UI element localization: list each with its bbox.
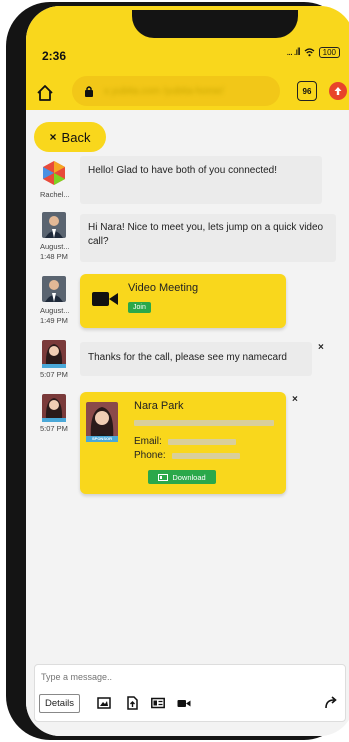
battery-icon: 100 [318,47,340,58]
message-composer: Details [34,664,346,722]
signal-icon: ... .ıll [286,47,301,58]
video-camera-icon [92,292,118,306]
message-input[interactable] [41,670,337,684]
join-button[interactable]: Join [128,302,151,313]
status-icons: ... .ıll 100 [287,47,340,58]
home-icon[interactable] [36,84,54,102]
message-time: 5:07 PM [40,370,68,379]
close-icon[interactable]: × [318,342,324,353]
phone-label: Phone: [134,450,166,461]
url-text: x.yubita.com /yubita-home/ [104,85,224,97]
close-icon: × [49,130,57,144]
avatar [43,161,65,185]
redacted-phone [172,453,240,459]
lock-icon [85,86,93,97]
avatar [42,340,66,366]
arrow-up-icon [334,87,342,95]
namecard-name: Nara Park [134,400,184,412]
image-icon[interactable] [97,696,111,710]
address-bar[interactable]: x.yubita.com /yubita-home/ [72,76,280,106]
id-card-icon [158,473,169,481]
download-button-label: Download [172,472,206,482]
close-icon[interactable]: × [292,394,298,405]
chat-area: × Back Rachel... Hello! Glad to have bot… [26,110,349,736]
redacted-email [168,439,236,445]
namecard: SPONSOR Nara Park Email: Phone: Download [80,392,286,494]
message-time: 5:07 PM [40,424,68,433]
download-button[interactable]: Download [148,470,216,484]
phone-frame: 2:36 ... .ıll 100 x.yubita.com /yubita-h… [6,2,349,740]
redacted-field [134,420,274,426]
avatar [42,394,66,420]
message-time: 1:48 PM [40,252,68,261]
tabs-count-icon[interactable]: 96 [297,81,317,101]
sponsor-badge [42,364,66,368]
details-button[interactable]: Details [39,694,81,713]
status-time: 2:36 [42,49,67,63]
sponsor-tag: SPONSOR [86,436,118,442]
video-camera-icon[interactable] [177,696,191,710]
avatar [42,276,66,302]
file-upload-icon[interactable] [125,696,139,710]
back-button[interactable]: × Back [34,122,106,152]
upload-icon[interactable] [329,82,347,100]
namecard-icon[interactable] [151,696,165,710]
phone-screen: 2:36 ... .ıll 100 x.yubita.com /yubita-h… [26,6,349,736]
sender-name: August... [40,306,70,315]
meeting-title: Video Meeting [128,282,199,294]
phone-notch [132,10,298,38]
avatar [42,212,66,238]
message-bubble: Hi Nara! Nice to meet you, lets jump on … [80,214,336,262]
sender-name: Rachel... [40,190,70,199]
message-bubble: Thanks for the call, please see my namec… [80,342,312,376]
message-bubble: Hello! Glad to have both of you connecte… [80,156,322,204]
sender-name: August... [40,242,70,251]
wifi-icon [304,48,315,57]
redo-icon[interactable] [323,695,339,711]
back-button-label: Back [61,129,91,145]
sponsor-badge [42,418,66,422]
video-meeting-card: Video Meeting Join [80,274,286,328]
email-label: Email: [134,436,162,447]
message-time: 1:49 PM [40,316,68,325]
namecard-photo [86,402,118,440]
